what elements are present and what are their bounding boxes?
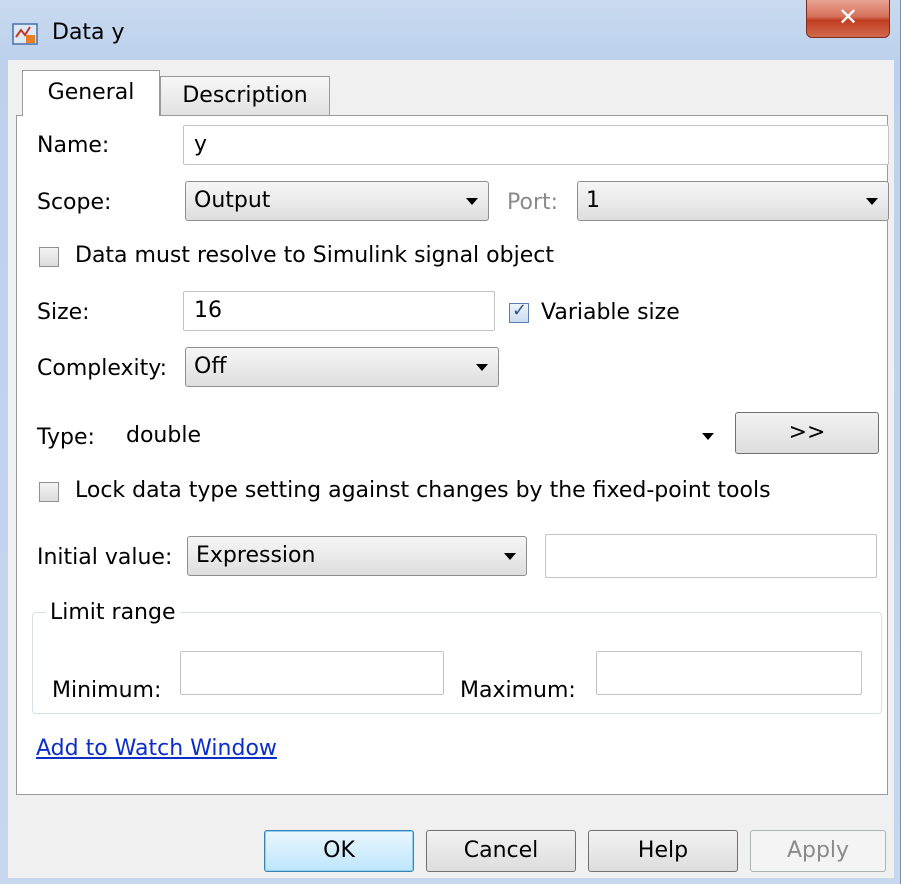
name-label: Name: (37, 133, 110, 158)
scope-dropdown[interactable]: Output (185, 181, 489, 221)
minimum-label: Minimum: (52, 678, 162, 703)
ok-button[interactable]: OK (264, 830, 414, 872)
resolve-signal-checkbox[interactable] (39, 247, 59, 267)
complexity-value: Off (194, 354, 227, 379)
chevron-down-icon (466, 198, 478, 205)
tab-description[interactable]: Description (160, 76, 330, 116)
tab-general[interactable]: General (22, 70, 160, 116)
port-value: 1 (586, 188, 600, 213)
maximum-input[interactable] (596, 651, 862, 695)
maximum-label: Maximum: (460, 678, 576, 703)
initial-value-input[interactable] (545, 534, 877, 578)
type-combobox[interactable]: double (115, 416, 725, 456)
chevron-down-icon (866, 198, 878, 205)
scope-value: Output (194, 188, 271, 213)
minimum-input[interactable] (180, 651, 444, 695)
add-to-watch-window-link[interactable]: Add to Watch Window (36, 736, 277, 761)
initial-value-mode: Expression (196, 543, 316, 568)
data-type-assistant-button[interactable]: >> (735, 412, 879, 454)
cancel-button[interactable]: Cancel (426, 830, 576, 872)
chevron-down-icon (702, 433, 714, 440)
close-button[interactable]: ✕ (806, 0, 890, 38)
complexity-dropdown[interactable]: Off (185, 347, 499, 387)
limit-range-title: Limit range (46, 600, 180, 625)
initial-value-mode-dropdown[interactable]: Expression (187, 536, 527, 576)
title-bar[interactable]: Data y ✕ (0, 0, 901, 60)
size-label: Size: (37, 300, 90, 325)
checkmark-icon: ✓ (512, 300, 528, 321)
help-button[interactable]: Help (588, 830, 738, 872)
initial-value-label: Initial value: (37, 545, 173, 570)
name-input[interactable]: y (183, 125, 889, 165)
close-icon: ✕ (837, 3, 859, 31)
port-label: Port: (507, 190, 559, 215)
size-input[interactable]: 16 (183, 291, 495, 331)
type-label: Type: (37, 425, 95, 450)
variable-size-label: Variable size (541, 300, 680, 325)
variable-size-checkbox[interactable]: ✓ (509, 300, 529, 323)
type-value: double (126, 423, 201, 448)
complexity-label: Complexity: (37, 356, 168, 381)
lock-type-checkbox[interactable] (39, 482, 59, 502)
resolve-signal-label: Data must resolve to Simulink signal obj… (75, 243, 554, 268)
dialog-window: Data y ✕ General Description Name: y Sco… (0, 0, 901, 884)
lock-type-label: Lock data type setting against changes b… (75, 478, 771, 503)
port-dropdown[interactable]: 1 (577, 181, 889, 221)
scope-label: Scope: (37, 190, 112, 215)
chevron-down-icon (476, 364, 488, 371)
chevron-down-icon (504, 553, 516, 560)
dialog-client-area: General Description Name: y Scope: Outpu… (8, 60, 894, 878)
window-title: Data y (52, 20, 125, 45)
apply-button[interactable]: Apply (750, 830, 886, 872)
simulink-data-icon (12, 23, 38, 45)
